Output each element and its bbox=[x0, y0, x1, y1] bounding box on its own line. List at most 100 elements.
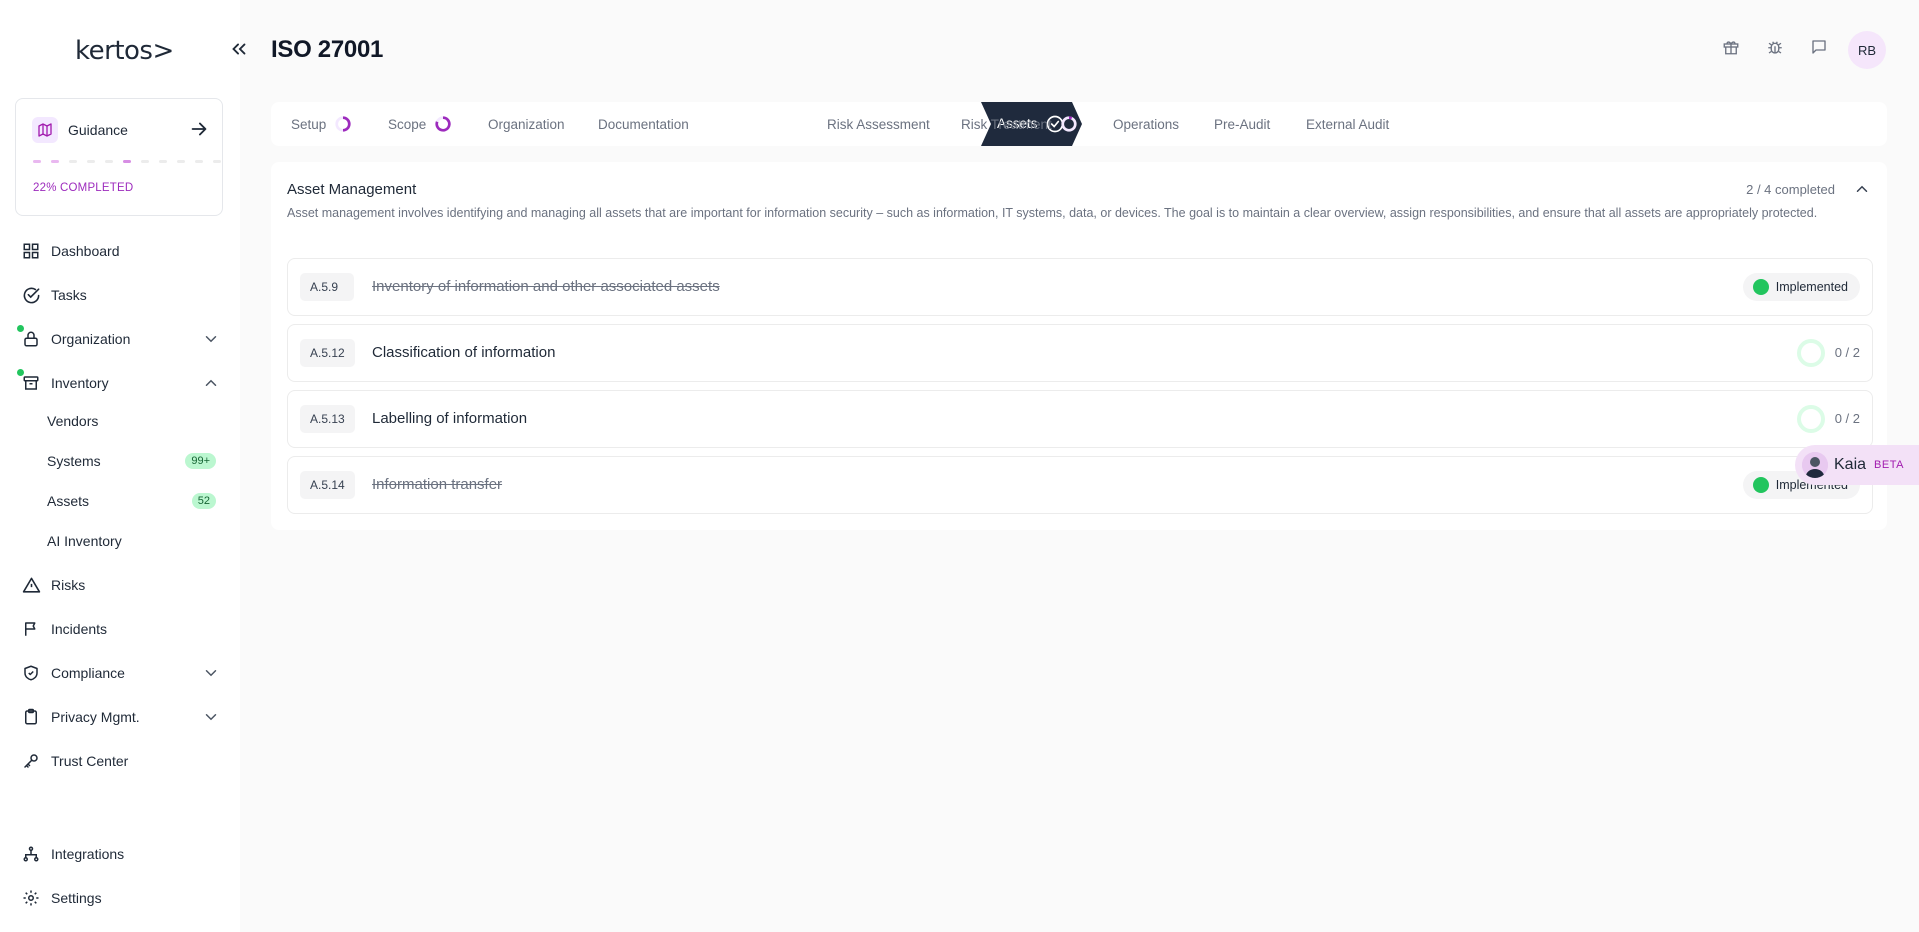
nav-systems[interactable]: Systems 99+ bbox=[47, 446, 220, 476]
nav-risks[interactable]: Risks bbox=[20, 569, 220, 601]
guidance-progress-label: 22% COMPLETED bbox=[33, 182, 134, 194]
control-name: Information transfer bbox=[372, 476, 503, 493]
phase-stepper: Setup Scope Organization Documentation A… bbox=[271, 102, 1887, 146]
control-id: A.5.9 bbox=[300, 273, 354, 301]
control-row[interactable]: A.5.14 Information transfer Implemented bbox=[287, 456, 1873, 514]
integrations-icon bbox=[20, 843, 42, 865]
nav-systems-label: Systems bbox=[47, 453, 101, 469]
nav-incidents[interactable]: Incidents bbox=[20, 613, 220, 645]
key-icon bbox=[20, 750, 42, 772]
clipboard-icon bbox=[20, 706, 42, 728]
guidance-title: Guidance bbox=[68, 122, 128, 138]
step-documentation-label: Documentation bbox=[598, 116, 689, 132]
control-id: A.5.12 bbox=[300, 339, 355, 367]
nav-tasks[interactable]: Tasks bbox=[20, 279, 220, 311]
nav-settings-label: Settings bbox=[51, 890, 102, 906]
step-pre-audit[interactable]: Pre-Audit bbox=[1214, 102, 1270, 146]
gift-icon[interactable] bbox=[1720, 36, 1742, 58]
step-operations[interactable]: Operations bbox=[1113, 102, 1179, 146]
nav-inventory[interactable]: Inventory bbox=[17, 367, 220, 399]
kaia-assistant-button[interactable]: Kaia BETA bbox=[1795, 445, 1919, 485]
status-dot bbox=[17, 325, 24, 332]
shield-check-icon bbox=[20, 662, 42, 684]
nav-vendors[interactable]: Vendors bbox=[47, 406, 220, 436]
control-id: A.5.13 bbox=[300, 405, 355, 433]
step-organization-label: Organization bbox=[488, 116, 565, 132]
page-title: ISO 27001 bbox=[271, 36, 384, 63]
chat-icon[interactable] bbox=[1808, 36, 1830, 58]
nav-integrations-label: Integrations bbox=[51, 846, 125, 862]
progress-spinner-icon bbox=[1061, 116, 1077, 132]
nav-settings[interactable]: Settings bbox=[20, 882, 220, 914]
control-name: Classification of information bbox=[372, 344, 556, 361]
step-scope[interactable]: Scope bbox=[388, 102, 452, 146]
lock-icon bbox=[17, 325, 42, 350]
chevron-down-icon[interactable] bbox=[202, 664, 220, 682]
step-risk-treatment[interactable]: Risk Treatment bbox=[961, 102, 1078, 146]
nav-compliance[interactable]: Compliance bbox=[20, 657, 220, 689]
beta-badge: BETA bbox=[1874, 459, 1904, 471]
nav-ai-inventory[interactable]: AI Inventory bbox=[47, 526, 220, 556]
implemented-dot-icon bbox=[1752, 477, 1769, 493]
implemented-dot-icon bbox=[1752, 279, 1769, 295]
section-description: Asset management involves identifying an… bbox=[287, 206, 1818, 220]
progress-spinner-icon bbox=[435, 116, 451, 132]
status-badge: Implemented bbox=[1742, 273, 1860, 301]
chevron-down-icon[interactable] bbox=[202, 708, 220, 726]
step-pre-audit-label: Pre-Audit bbox=[1214, 116, 1271, 132]
chevron-up-icon[interactable] bbox=[202, 374, 220, 392]
nav-tasks-label: Tasks bbox=[51, 287, 87, 303]
chevron-up-icon[interactable] bbox=[1853, 180, 1871, 198]
kaia-name: Kaia bbox=[1834, 456, 1867, 473]
kertos-logo[interactable]: kertos> bbox=[75, 36, 174, 66]
nav-privacy-label: Privacy Mgmt. bbox=[51, 709, 140, 725]
nav-organization[interactable]: Organization bbox=[17, 323, 220, 355]
systems-count-badge: 99+ bbox=[185, 453, 216, 469]
control-name: Labelling of information bbox=[372, 410, 528, 427]
nav-inventory-label: Inventory bbox=[51, 375, 109, 391]
step-scope-label: Scope bbox=[388, 116, 427, 132]
check-circle-icon bbox=[20, 284, 42, 306]
top-toolbar bbox=[1720, 36, 1830, 58]
user-avatar[interactable]: RB bbox=[1848, 31, 1886, 69]
archive-icon bbox=[17, 369, 42, 394]
control-row[interactable]: A.5.13 Labelling of information 0 / 2 bbox=[287, 390, 1873, 448]
step-external-audit-label: External Audit bbox=[1306, 116, 1390, 132]
status-dot bbox=[17, 369, 24, 376]
control-row[interactable]: A.5.12 Classification of information 0 /… bbox=[287, 324, 1873, 382]
control-id: A.5.14 bbox=[300, 471, 355, 499]
kaia-avatar bbox=[1802, 452, 1828, 478]
progress-spinner-icon bbox=[335, 116, 351, 132]
guidance-progress-dots bbox=[33, 160, 221, 163]
step-external-audit[interactable]: External Audit bbox=[1306, 102, 1389, 146]
nav-assets[interactable]: Assets 52 bbox=[47, 486, 220, 516]
step-organization[interactable]: Organization bbox=[488, 102, 565, 146]
step-risk-assessment[interactable]: Risk Assessment bbox=[827, 102, 930, 146]
collapse-sidebar-icon[interactable] bbox=[228, 38, 250, 60]
warning-triangle-icon bbox=[20, 574, 42, 596]
nav-privacy-mgmt[interactable]: Privacy Mgmt. bbox=[20, 701, 220, 733]
section-title: Asset Management bbox=[287, 181, 417, 198]
step-operations-label: Operations bbox=[1113, 116, 1180, 132]
map-icon bbox=[32, 117, 58, 143]
nav-integrations[interactable]: Integrations bbox=[20, 838, 220, 870]
gear-icon bbox=[20, 887, 42, 909]
nav-dashboard-label: Dashboard bbox=[51, 243, 120, 259]
step-documentation[interactable]: Documentation bbox=[598, 102, 689, 146]
assets-count-badge: 52 bbox=[191, 493, 216, 509]
flag-icon bbox=[20, 618, 42, 640]
control-name: Inventory of information and other assoc… bbox=[372, 278, 720, 295]
bug-icon[interactable] bbox=[1764, 36, 1786, 58]
nav-trust-center[interactable]: Trust Center bbox=[20, 745, 220, 777]
sidebar: kertos> Guidance 22% COMPLETED Dashboard… bbox=[0, 0, 240, 932]
guidance-card[interactable]: Guidance 22% COMPLETED bbox=[15, 98, 223, 216]
progress-ring-icon bbox=[1797, 405, 1825, 433]
section-completion-count: 2 / 4 completed bbox=[1746, 182, 1835, 197]
arrow-right-icon[interactable] bbox=[188, 118, 210, 140]
step-risk-assessment-label: Risk Assessment bbox=[827, 116, 930, 132]
control-row[interactable]: A.5.9 Inventory of information and other… bbox=[287, 258, 1873, 316]
control-progress: 0 / 2 bbox=[1834, 411, 1860, 426]
step-setup[interactable]: Setup bbox=[291, 102, 352, 146]
chevron-down-icon[interactable] bbox=[202, 330, 220, 348]
nav-dashboard[interactable]: Dashboard bbox=[20, 235, 220, 267]
